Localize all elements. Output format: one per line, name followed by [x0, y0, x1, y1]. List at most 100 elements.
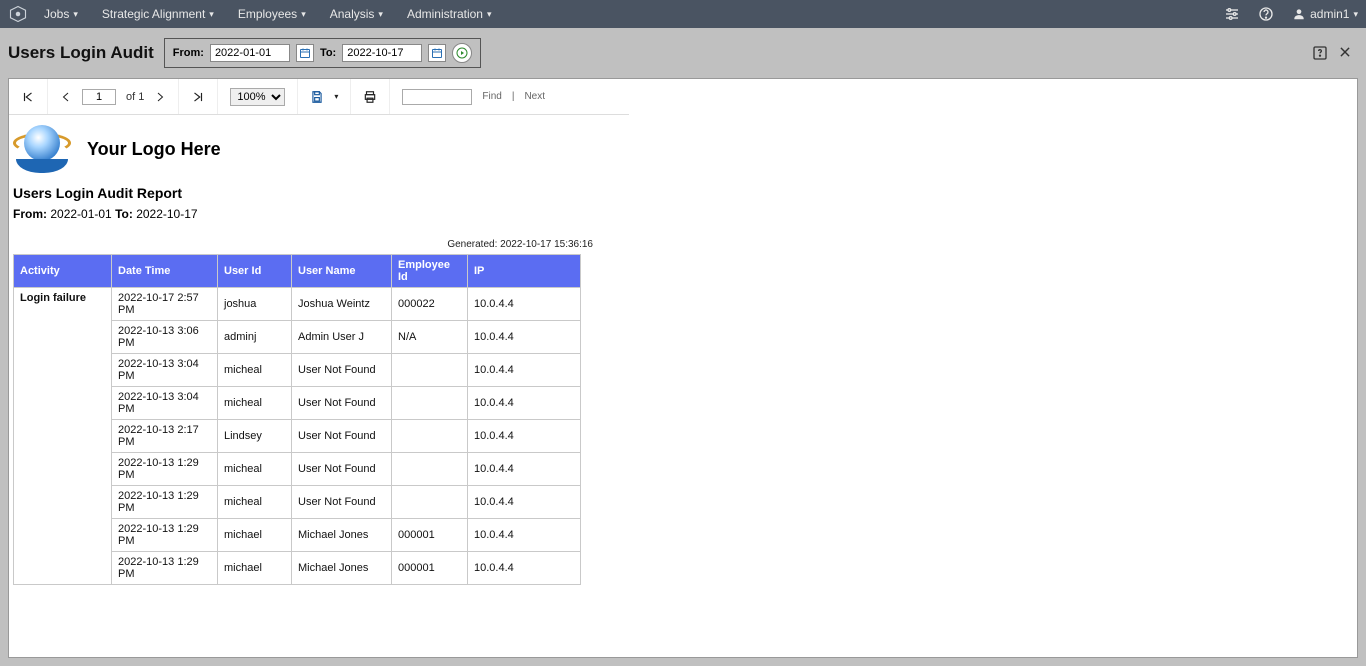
- from-calendar-icon[interactable]: [296, 44, 314, 62]
- range-to-label: To:: [115, 207, 133, 221]
- cell-datetime: 2022-10-17 2:57 PM: [112, 288, 218, 321]
- save-dropdown-icon[interactable]: ▾: [334, 92, 338, 101]
- col-employeeid: Employee Id: [392, 255, 468, 288]
- cell-username: User Not Found: [292, 387, 392, 420]
- cell-username: Michael Jones: [292, 552, 392, 585]
- cell-empid: [392, 453, 468, 486]
- cell-userid: micheal: [218, 354, 292, 387]
- to-date-input[interactable]: [342, 44, 422, 62]
- cell-empid: 000022: [392, 288, 468, 321]
- panel-controls: [1312, 45, 1358, 61]
- audit-table: Activity Date Time User Id User Name Emp…: [13, 254, 581, 585]
- nav-label: Employees: [238, 7, 297, 21]
- cell-datetime: 2022-10-13 3:04 PM: [112, 387, 218, 420]
- cell-datetime: 2022-10-13 1:29 PM: [112, 453, 218, 486]
- cell-userid: Lindsey: [218, 420, 292, 453]
- generated-timestamp: Generated: 2022-10-17 15:36:16: [13, 239, 593, 250]
- cell-ip: 10.0.4.4: [468, 420, 581, 453]
- nav-item-employees[interactable]: Employees ▾: [238, 7, 306, 21]
- save-button[interactable]: [310, 90, 324, 104]
- range-from-value: 2022-01-01: [50, 207, 111, 221]
- cell-username: Admin User J: [292, 321, 392, 354]
- cell-empid: 000001: [392, 552, 468, 585]
- cell-datetime: 2022-10-13 2:17 PM: [112, 420, 218, 453]
- from-label: From:: [173, 47, 204, 59]
- find-input[interactable]: [402, 89, 472, 105]
- brand-icon[interactable]: [8, 4, 28, 24]
- user-icon: [1292, 7, 1306, 21]
- cell-userid: joshua: [218, 288, 292, 321]
- cell-datetime: 2022-10-13 1:29 PM: [112, 519, 218, 552]
- filter-bar: Users Login Audit From: To:: [0, 28, 1366, 78]
- nav-label: Jobs: [44, 7, 69, 21]
- date-filter-box: From: To:: [164, 38, 481, 68]
- help-button[interactable]: [1312, 45, 1328, 61]
- from-date-input[interactable]: [210, 44, 290, 62]
- workspace: of 1 100% ▾ Find | Next: [0, 78, 1366, 666]
- previous-page-button[interactable]: [60, 91, 72, 103]
- nav-item-strategic-alignment[interactable]: Strategic Alignment▾: [102, 7, 214, 21]
- cell-username: User Not Found: [292, 420, 392, 453]
- nav-label: Analysis: [330, 7, 375, 21]
- page-number-input[interactable]: [82, 89, 116, 105]
- cell-userid: adminj: [218, 321, 292, 354]
- table-body: Login failure2022-10-17 2:57 PMjoshuaJos…: [14, 288, 581, 585]
- report-body: Your Logo Here Users Login Audit Report …: [9, 115, 1357, 595]
- page-count-label: of 1: [126, 91, 144, 103]
- chevron-down-icon: ▾: [378, 9, 383, 20]
- user-menu[interactable]: admin1 ▾: [1292, 7, 1358, 21]
- print-button[interactable]: [363, 90, 377, 104]
- cell-userid: micheal: [218, 453, 292, 486]
- report-panel: of 1 100% ▾ Find | Next: [8, 78, 1358, 658]
- nav-item-jobs[interactable]: Jobs ▾: [44, 7, 78, 21]
- activity-cell: Login failure: [14, 288, 112, 585]
- col-datetime: Date Time: [112, 255, 218, 288]
- cell-empid: [392, 486, 468, 519]
- run-report-button[interactable]: [452, 43, 472, 63]
- nav-item-administration[interactable]: Administration ▾: [407, 7, 492, 21]
- nav-item-analysis[interactable]: Analysis▾: [330, 7, 383, 21]
- cell-userid: micheal: [218, 486, 292, 519]
- find-next-button[interactable]: Next: [524, 91, 545, 102]
- zoom-select[interactable]: 100%: [230, 88, 285, 106]
- chevron-down-icon: ▾: [73, 9, 78, 20]
- nav-label: Administration: [407, 7, 483, 21]
- table-row: Login failure2022-10-17 2:57 PMjoshuaJos…: [14, 288, 581, 321]
- chevron-down-icon: ▾: [487, 9, 492, 20]
- logo-text: Your Logo Here: [87, 139, 221, 160]
- cell-empid: [392, 420, 468, 453]
- cell-ip: 10.0.4.4: [468, 552, 581, 585]
- cell-ip: 10.0.4.4: [468, 387, 581, 420]
- last-page-button[interactable]: [191, 90, 205, 104]
- to-calendar-icon[interactable]: [428, 44, 446, 62]
- next-page-button[interactable]: [154, 91, 166, 103]
- cell-empid: N/A: [392, 321, 468, 354]
- cell-datetime: 2022-10-13 3:06 PM: [112, 321, 218, 354]
- cell-username: Joshua Weintz: [292, 288, 392, 321]
- cell-username: User Not Found: [292, 486, 392, 519]
- col-activity: Activity: [14, 255, 112, 288]
- cell-empid: [392, 387, 468, 420]
- chevron-down-icon: ▾: [301, 9, 306, 20]
- cell-ip: 10.0.4.4: [468, 453, 581, 486]
- cell-datetime: 2022-10-13 1:29 PM: [112, 486, 218, 519]
- cell-datetime: 2022-10-13 1:29 PM: [112, 552, 218, 585]
- settings-sliders-icon[interactable]: [1224, 6, 1240, 22]
- range-from-label: From:: [13, 207, 47, 221]
- cell-username: Michael Jones: [292, 519, 392, 552]
- cell-userid: michael: [218, 519, 292, 552]
- help-icon[interactable]: [1258, 6, 1274, 22]
- nav-label: Strategic Alignment: [102, 7, 205, 21]
- cell-datetime: 2022-10-13 3:04 PM: [112, 354, 218, 387]
- range-to-value: 2022-10-17: [136, 207, 197, 221]
- close-button[interactable]: [1338, 45, 1352, 61]
- report-title: Users Login Audit Report: [13, 185, 1353, 201]
- cell-empid: 000001: [392, 519, 468, 552]
- find-button[interactable]: Find: [482, 91, 501, 102]
- first-page-button[interactable]: [21, 90, 35, 104]
- cell-username: User Not Found: [292, 354, 392, 387]
- cell-ip: 10.0.4.4: [468, 354, 581, 387]
- table-header-row: Activity Date Time User Id User Name Emp…: [14, 255, 581, 288]
- report-toolbar: of 1 100% ▾ Find | Next: [9, 79, 629, 115]
- page-title: Users Login Audit: [8, 43, 154, 63]
